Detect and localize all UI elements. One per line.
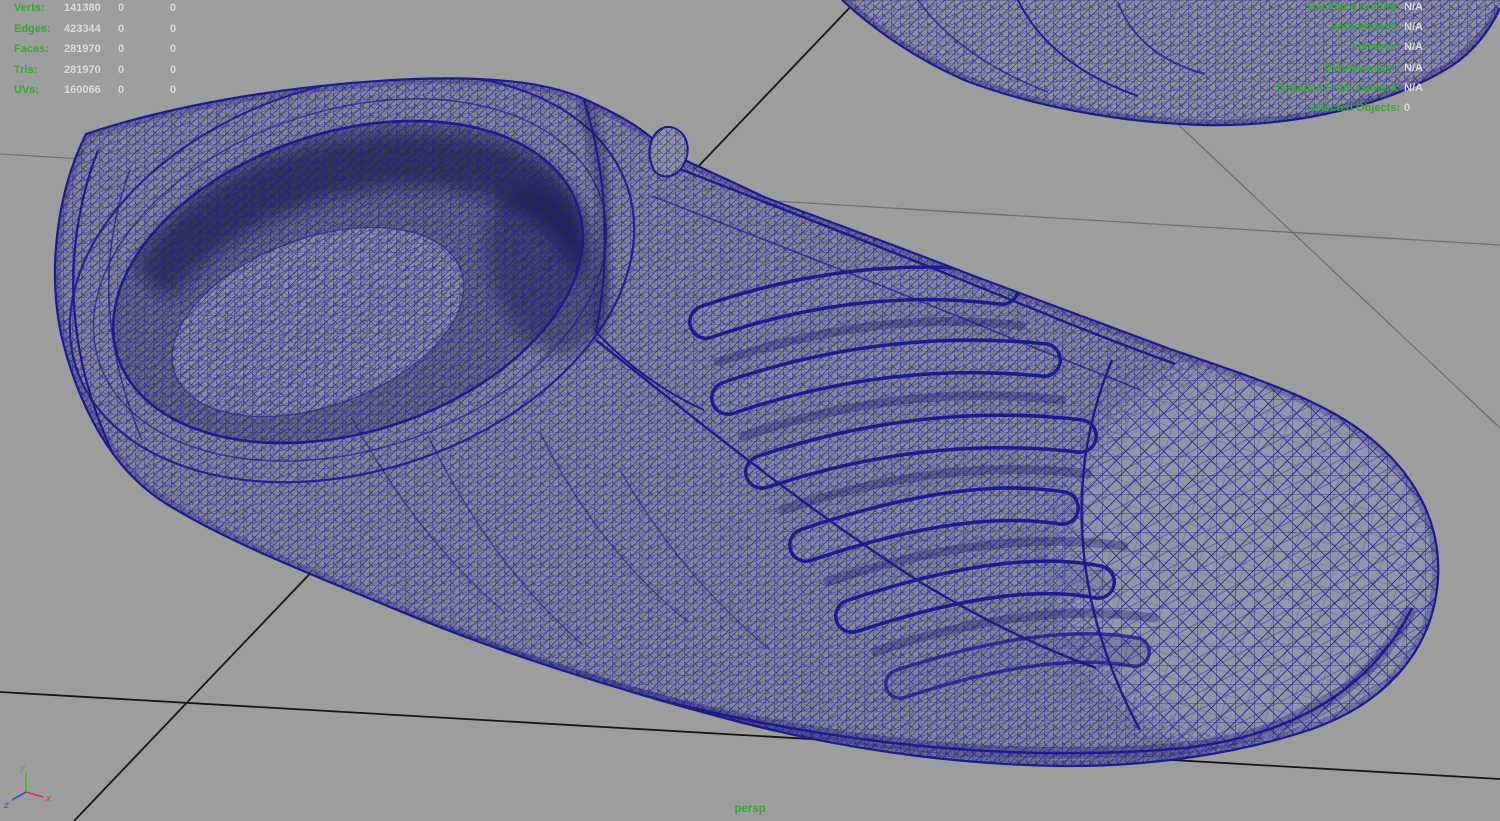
polycount-label: Faces: [14, 43, 49, 55]
details-value: N/A [1404, 41, 1423, 54]
polycount-col3: 0 [170, 2, 177, 14]
maya-viewport[interactable]: x y z Verts: 141380 0 0 Edges: 423344 0 … [0, 0, 1500, 821]
polycount-total: 281970 [64, 43, 101, 55]
polycount-row-faces: Faces: 281970 0 0 [14, 43, 274, 64]
polycount-label: Tris: [14, 63, 38, 76]
polycount-col3: 0 [170, 84, 177, 96]
polycount-row-verts: Verts: 141380 0 0 [14, 2, 274, 23]
details-row-smoothness: Smoothness: N/A [1100, 21, 1496, 41]
details-value: N/A [1404, 1, 1423, 13]
details-label: Selected Objects: [1307, 101, 1400, 114]
polycount-col2: 0 [118, 43, 125, 55]
polycount-col2: 0 [118, 2, 125, 14]
details-value: N/A [1404, 81, 1423, 94]
polycount-col3: 0 [170, 22, 177, 35]
details-label: Instance: [1351, 41, 1400, 54]
details-row-backface-culling: Backface Culling: N/A [1100, 1, 1496, 21]
object-details-hud: Backface Culling: N/A Smoothness: N/A In… [1100, 1, 1496, 122]
lace-tip [648, 125, 689, 178]
polycount-col3: 0 [170, 63, 177, 76]
details-label: Backface Culling: [1307, 1, 1400, 13]
polycount-hud: Verts: 141380 0 0 Edges: 423344 0 0 Face… [14, 2, 274, 105]
camera-label: persp [734, 803, 766, 815]
z-axis-line [11, 791, 27, 801]
polycount-row-tris: Tris: 281970 0 0 [14, 64, 274, 85]
x-axis-line [25, 791, 44, 798]
details-row-instance: Instance: N/A [1100, 41, 1496, 61]
details-value: N/A [1404, 61, 1423, 74]
polycount-row-uvs: UVs: 160066 0 0 [14, 84, 274, 105]
polycount-col2: 0 [118, 84, 125, 96]
polycount-label: Edges: [14, 22, 51, 35]
details-label: Distance From Camera: [1276, 81, 1401, 94]
viewport-canvas[interactable]: x y z [0, 0, 1500, 821]
details-value: 0 [1404, 101, 1411, 114]
details-value: N/A [1404, 21, 1423, 34]
details-row-distance-from-camera: Distance From Camera: N/A [1100, 82, 1496, 102]
details-row-display-layer: Display Layer: N/A [1100, 62, 1496, 82]
polycount-col2: 0 [118, 63, 125, 76]
details-label: Smoothness: [1330, 21, 1400, 34]
polycount-total: 141380 [64, 2, 101, 14]
polycount-total: 160066 [64, 84, 101, 96]
details-row-selected-objects: Selected Objects: 0 [1100, 102, 1496, 122]
polycount-row-edges: Edges: 423344 0 0 [14, 23, 274, 44]
polycount-label: Verts: [14, 2, 45, 14]
polycount-total: 423344 [64, 22, 101, 35]
details-label: Display Layer: [1324, 61, 1400, 74]
shoe-mesh[interactable] [17, 5, 1500, 820]
polycount-label: UVs: [14, 84, 40, 96]
y-axis-label: y [19, 763, 26, 773]
polycount-col2: 0 [118, 22, 125, 35]
polycount-col3: 0 [170, 43, 177, 55]
polycount-total: 281970 [64, 63, 101, 76]
